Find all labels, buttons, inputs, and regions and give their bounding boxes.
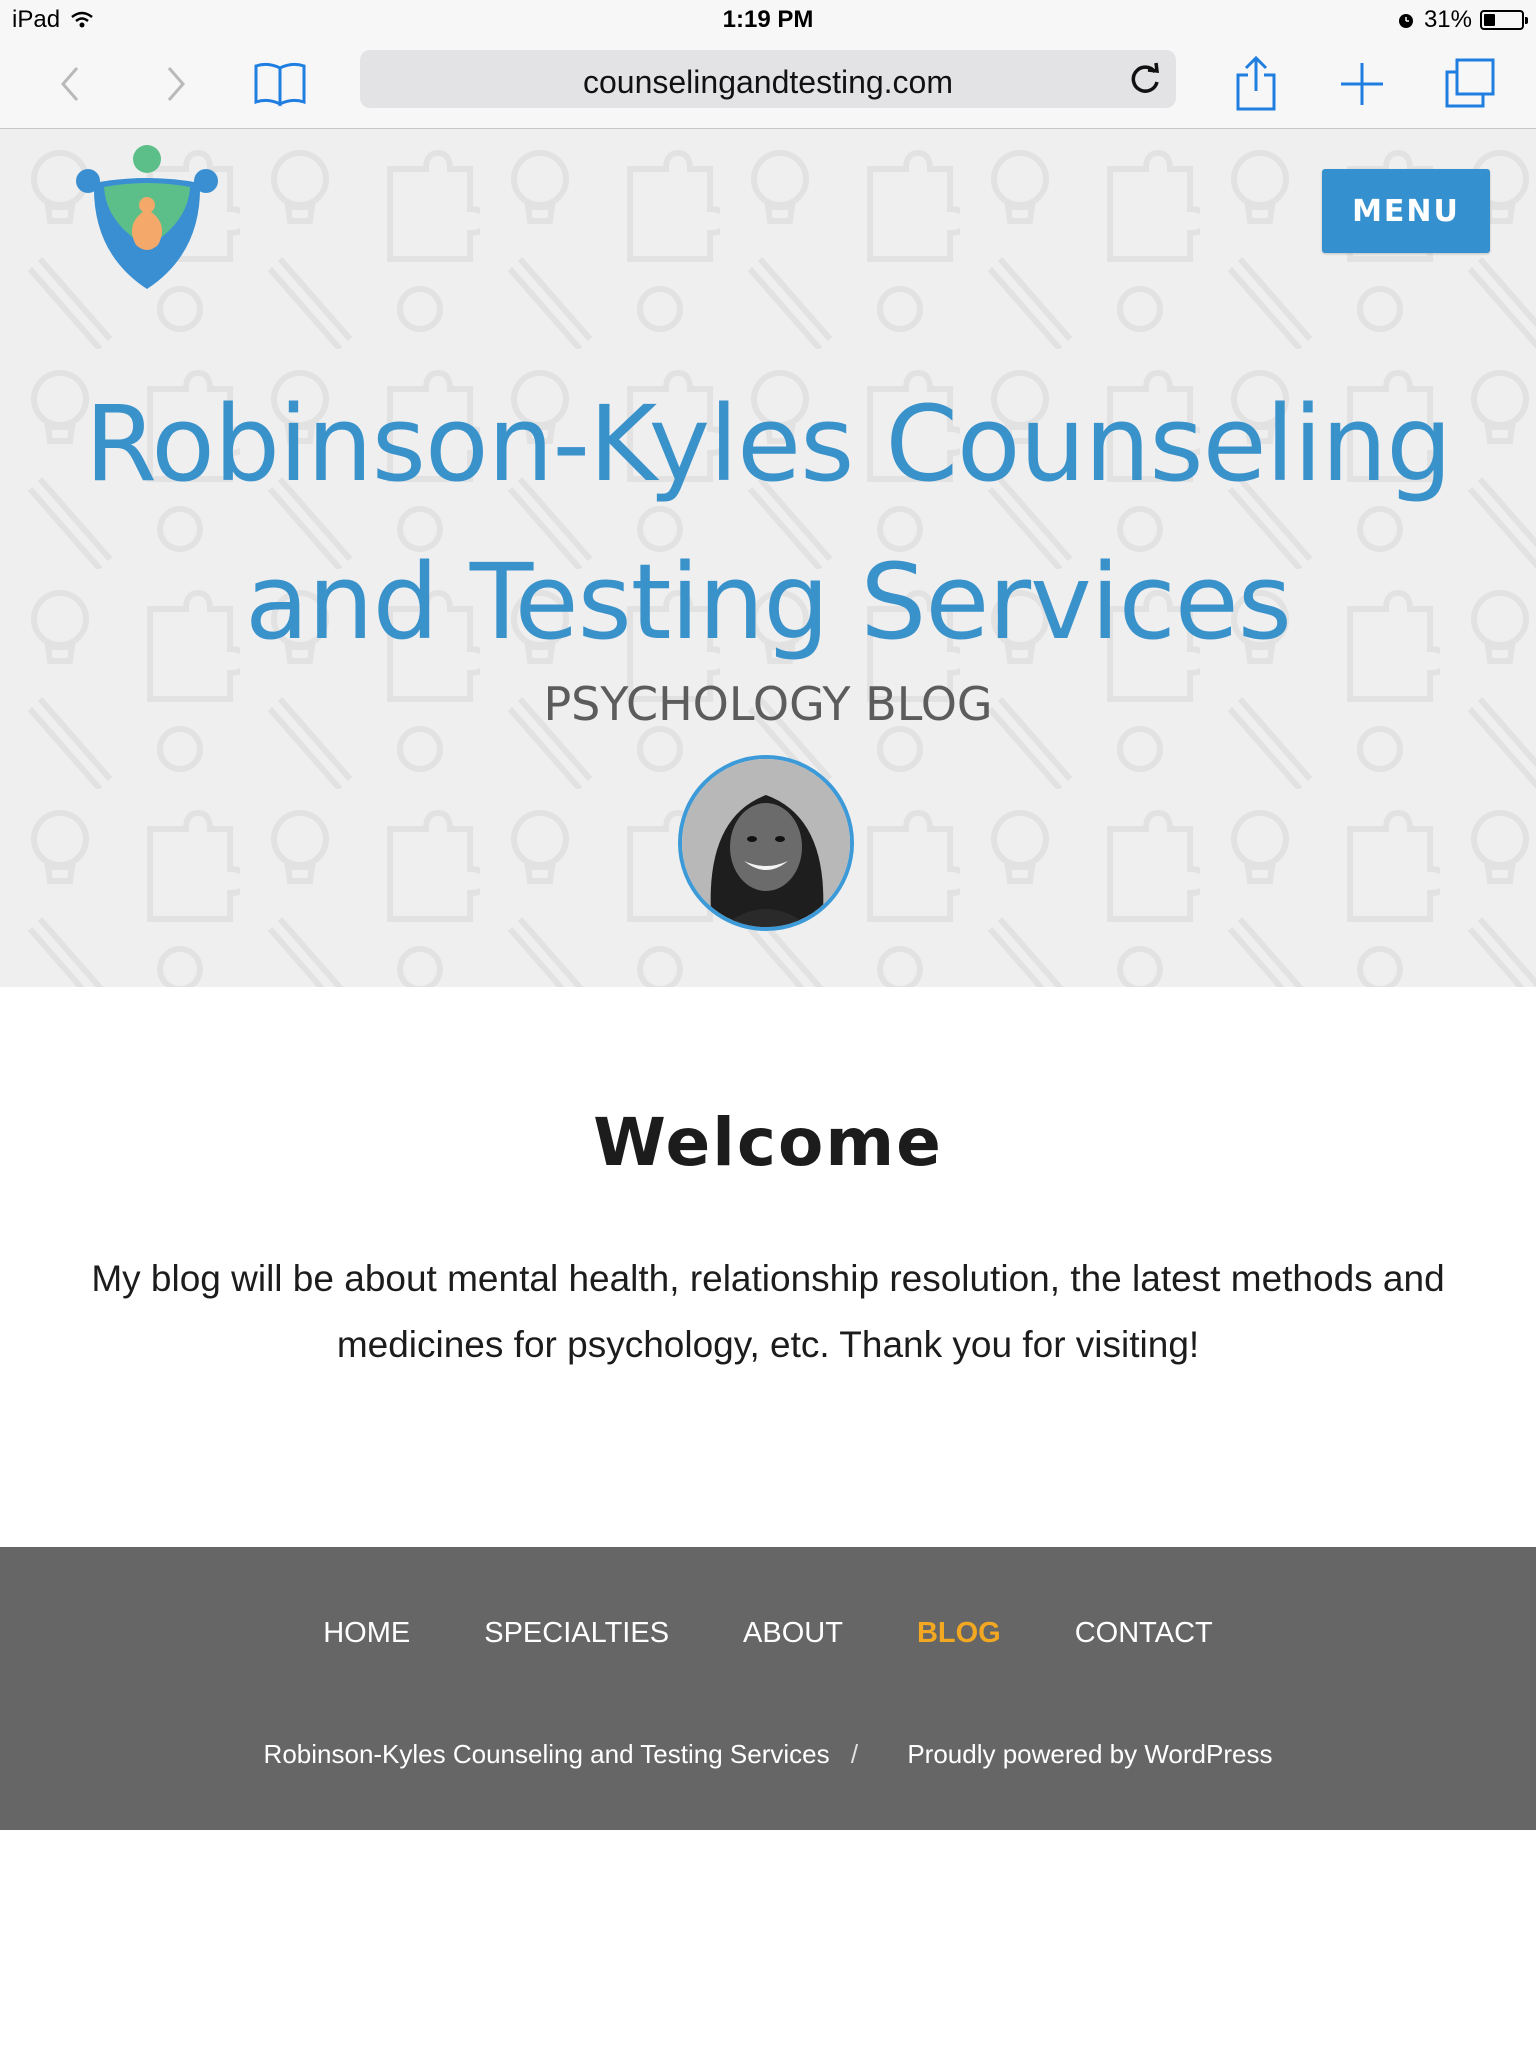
site-header: MENU Robinson-Kyles Counseling and Testi… <box>0 129 1536 987</box>
back-button[interactable] <box>34 48 106 120</box>
nav-specialties[interactable]: SPECIALTIES <box>484 1617 669 1650</box>
new-tab-button[interactable] <box>1326 48 1398 120</box>
author-avatar <box>678 755 854 931</box>
nav-about[interactable]: ABOUT <box>743 1617 843 1650</box>
tabs-icon <box>1445 58 1495 108</box>
footer-separator: / <box>850 1739 859 1769</box>
nav-blog[interactable]: BLOG <box>917 1617 1001 1650</box>
bookmarks-button[interactable] <box>244 48 316 120</box>
footer-site-name[interactable]: Robinson-Kyles Counseling and Testing Se… <box>264 1739 830 1769</box>
powered-by-link[interactable]: Proudly powered by WordPress <box>907 1739 1272 1769</box>
status-right: 31% <box>1396 6 1528 34</box>
site-logo-icon[interactable] <box>74 143 220 293</box>
nav-home[interactable]: HOME <box>323 1617 410 1650</box>
status-time: 1:19 PM <box>722 6 814 33</box>
avatar-photo <box>682 759 850 927</box>
browser-toolbar: counselingandtesting.com <box>0 40 1536 129</box>
alarm-icon <box>1398 14 1413 28</box>
address-bar[interactable]: counselingandtesting.com <box>360 50 1176 108</box>
menu-button[interactable]: MENU <box>1322 169 1490 253</box>
battery-icon <box>1480 10 1528 30</box>
page-heading: Welcome <box>593 1104 943 1181</box>
intro-text: My blog will be about mental health, rel… <box>91 1258 1445 1365</box>
share-icon <box>1236 55 1276 111</box>
site-footer: HOME SPECIALTIES ABOUT BLOG CONTACT Robi… <box>0 1547 1536 1830</box>
new-tab-icon <box>1341 63 1383 105</box>
nav-contact[interactable]: CONTACT <box>1075 1617 1213 1650</box>
footer-nav: HOME SPECIALTIES ABOUT BLOG CONTACT <box>0 1617 1536 1650</box>
battery-percent: 31% <box>1423 6 1472 33</box>
tabs-button[interactable] <box>1434 48 1506 120</box>
forward-icon <box>167 67 185 101</box>
site-tagline: PSYCHOLOGY BLOG <box>543 677 993 731</box>
site-title[interactable]: Robinson-Kyles Counseling and Testing Se… <box>40 365 1496 681</box>
url-text[interactable]: counselingandtesting.com <box>360 64 1176 101</box>
footer-credit: Robinson-Kyles Counseling and Testing Se… <box>0 1739 1536 1770</box>
status-bar: iPad 1:19 PM 31% <box>0 0 1536 40</box>
share-button[interactable] <box>1220 48 1292 120</box>
bookmarks-icon <box>254 62 306 107</box>
reload-icon[interactable] <box>1126 60 1164 98</box>
back-icon <box>61 67 79 101</box>
battery-fill <box>1484 14 1495 26</box>
forward-button[interactable] <box>140 48 212 120</box>
